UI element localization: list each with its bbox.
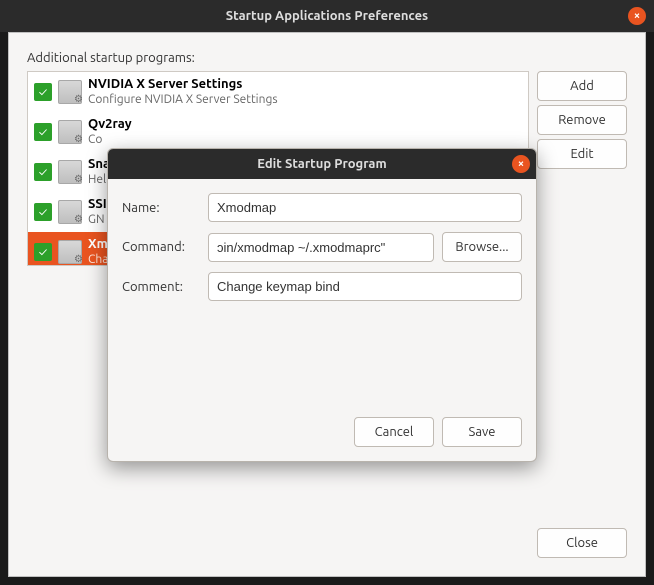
item-name: Xm (88, 237, 108, 253)
item-name: SSI (88, 197, 107, 213)
comment-input[interactable] (208, 272, 522, 301)
edit-button[interactable]: Edit (537, 139, 627, 169)
cancel-button[interactable]: Cancel (354, 417, 434, 447)
footer: Close (537, 528, 627, 558)
main-titlebar: Startup Applications Preferences × (0, 0, 654, 32)
close-button[interactable]: Close (537, 528, 627, 558)
app-icon (58, 160, 82, 184)
item-desc: Configure NVIDIA X Server Settings (88, 93, 278, 107)
app-icon (58, 240, 82, 264)
name-input[interactable] (208, 193, 522, 222)
add-button[interactable]: Add (537, 71, 627, 101)
remove-button[interactable]: Remove (537, 105, 627, 135)
edit-dialog: Edit Startup Program × Name: Command: Br… (107, 148, 537, 462)
dialog-title: Edit Startup Program (257, 157, 386, 171)
app-icon (58, 200, 82, 224)
close-icon[interactable]: × (628, 7, 646, 25)
save-button[interactable]: Save (442, 417, 522, 447)
app-icon (58, 120, 82, 144)
side-buttons: Add Remove Edit (537, 71, 627, 266)
checkbox-icon[interactable]: ✓ (34, 243, 52, 261)
item-name: NVIDIA X Server Settings (88, 77, 278, 93)
main-title: Startup Applications Preferences (226, 9, 428, 23)
command-input[interactable] (208, 233, 434, 262)
item-desc: Cha (88, 253, 108, 266)
item-name: Qv2ray (88, 117, 132, 133)
close-icon[interactable]: × (512, 155, 530, 173)
item-desc: GN (88, 213, 107, 227)
checkbox-icon[interactable]: ✓ (34, 163, 52, 181)
browse-button[interactable]: Browse... (442, 232, 522, 262)
dialog-titlebar: Edit Startup Program × (108, 149, 536, 179)
section-label: Additional startup programs: (27, 51, 627, 65)
app-icon (58, 80, 82, 104)
comment-label: Comment: (122, 280, 200, 294)
command-label: Command: (122, 240, 200, 254)
checkbox-icon[interactable]: ✓ (34, 123, 52, 141)
name-label: Name: (122, 201, 200, 215)
list-item[interactable]: ✓ NVIDIA X Server Settings Configure NVI… (28, 72, 528, 112)
list-item[interactable]: ✓ Qv2ray Co (28, 112, 528, 152)
checkbox-icon[interactable]: ✓ (34, 203, 52, 221)
checkbox-icon[interactable]: ✓ (34, 83, 52, 101)
item-desc: Co (88, 133, 132, 147)
